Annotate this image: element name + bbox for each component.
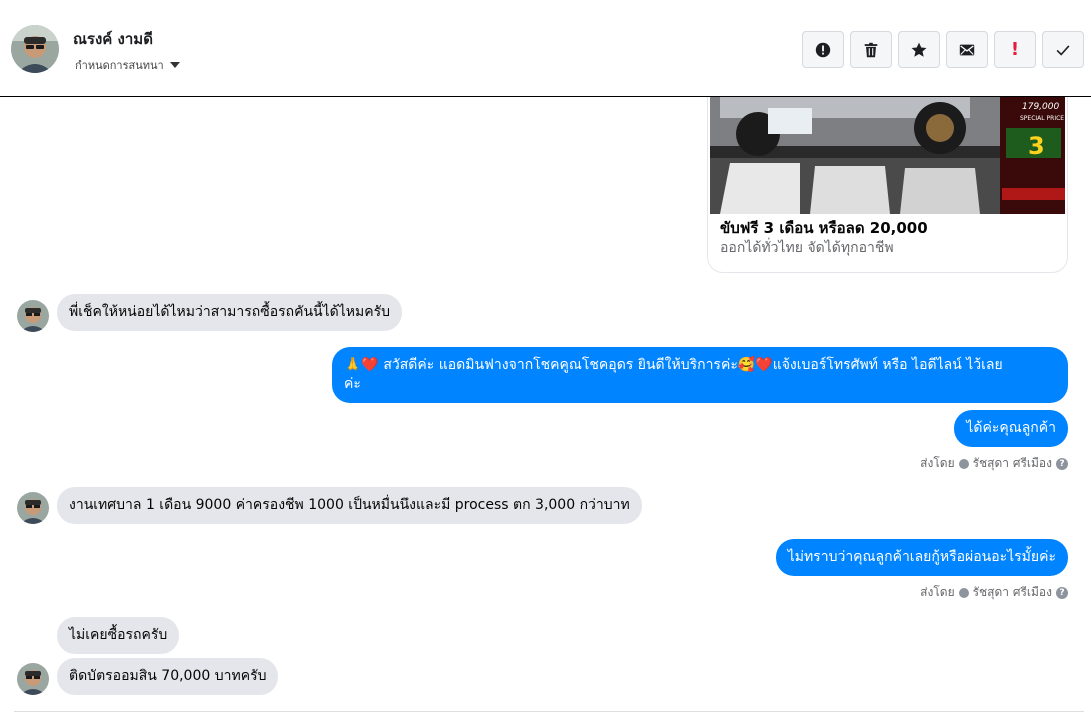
- message-bubble-incoming[interactable]: ไม่เคยซื้อรถครับ: [57, 617, 180, 654]
- post-image-price: 179,000: [1022, 102, 1059, 112]
- help-icon[interactable]: ?: [1056, 586, 1068, 599]
- report-spam-button[interactable]: [802, 31, 844, 68]
- message-line: 🙏❤️ สวัสดีค่ะ แอดมินฟางจากโชคคูณโชคอุดร …: [344, 357, 1003, 373]
- sent-by-agent: รัชสุดา ศรีเมือง: [972, 585, 1052, 599]
- assign-conversation-dropdown[interactable]: กำหนดการสนทนา: [75, 56, 180, 74]
- sender-avatar[interactable]: [17, 300, 49, 332]
- sender-avatar[interactable]: [17, 492, 49, 524]
- message-bubble-outgoing[interactable]: ไม่ทราบว่าคุณลูกค้าเลยกู้หรือผ่อนอะไรมั้…: [775, 539, 1068, 576]
- alert-circle-icon: [815, 42, 831, 57]
- post-image-number: 3: [1028, 132, 1045, 160]
- mark-done-button[interactable]: [1042, 31, 1084, 68]
- mark-unread-button[interactable]: [946, 31, 988, 68]
- message-bubble-incoming[interactable]: งานเทศบาล 1 เดือน 9000 ค่าครองชีพ 1000 เ…: [57, 487, 642, 524]
- post-image: 179,000 SPECIAL PRICE 3: [710, 97, 1065, 214]
- contact-avatar[interactable]: [11, 25, 59, 73]
- star-button[interactable]: [898, 31, 940, 68]
- message-bubble-outgoing[interactable]: 🙏❤️ สวัสดีค่ะ แอดมินฟางจากโชคคูณโชคอุดร …: [332, 347, 1068, 403]
- contact-name: ณรงค์ งามดี: [73, 30, 153, 48]
- sent-by-info: ส่งโดย รัชสุดา ศรีเมือง ?: [920, 454, 1068, 473]
- trash-icon: [864, 42, 878, 57]
- message-bubble-incoming[interactable]: ติดบัตรออมสิน 70,000 บาทครับ: [57, 658, 279, 695]
- check-icon: [1056, 44, 1070, 56]
- help-icon[interactable]: ?: [1056, 457, 1068, 470]
- agent-status-icon: [958, 587, 969, 598]
- conversation-toolbar: !: [802, 31, 1084, 68]
- envelope-icon: [959, 44, 975, 55]
- message-bubble-incoming[interactable]: พี่เช็คให้หน่อยได้ไหมว่าสามารถซื้อรถคันน…: [57, 294, 403, 331]
- exclamation-icon: !: [1010, 39, 1020, 60]
- message-thread[interactable]: 179,000 SPECIAL PRICE 3 ขับฟรี 3 เดือน ห…: [0, 97, 1091, 713]
- sent-by-prefix: ส่งโดย: [920, 456, 955, 470]
- shared-post-card[interactable]: 179,000 SPECIAL PRICE 3 ขับฟรี 3 เดือน ห…: [707, 97, 1068, 273]
- sent-by-prefix: ส่งโดย: [920, 585, 955, 599]
- caret-down-icon: [169, 62, 180, 68]
- post-subtitle: ออกได้ทั่วไทย จัดได้ทุกอาชีพ: [720, 240, 894, 256]
- message-line: ค่ะ: [344, 376, 361, 392]
- agent-status-icon: [958, 458, 969, 469]
- star-icon: [911, 42, 927, 57]
- follow-up-button[interactable]: !: [994, 31, 1036, 68]
- composer-divider: [14, 711, 1084, 712]
- sender-avatar[interactable]: [17, 663, 49, 695]
- conversation-header: ณรงค์ งามดี กำหนดการสนทนา !: [0, 0, 1091, 97]
- delete-button[interactable]: [850, 31, 892, 68]
- assign-conversation-label: กำหนดการสนทนา: [75, 59, 164, 72]
- sent-by-info: ส่งโดย รัชสุดา ศรีเมือง ?: [920, 583, 1068, 602]
- message-bubble-outgoing[interactable]: ได้ค่ะคุณลูกค้า: [954, 410, 1068, 447]
- sent-by-agent: รัชสุดา ศรีเมือง: [972, 456, 1052, 470]
- post-image-tag: SPECIAL PRICE: [1020, 115, 1064, 122]
